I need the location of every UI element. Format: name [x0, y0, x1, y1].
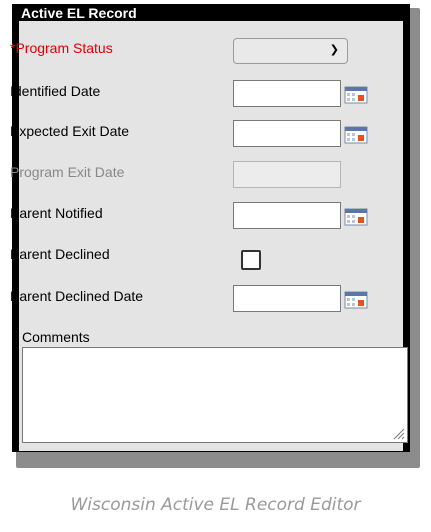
program-status-label: *Program Status: [10, 40, 113, 56]
comments-textarea[interactable]: [22, 347, 408, 443]
panel-title: Active EL Record: [21, 5, 137, 21]
program-status-select[interactable]: ❯: [233, 38, 348, 64]
identified-date-label: Identified Date: [10, 83, 101, 99]
chevron-down-icon: ❯: [329, 43, 339, 56]
parent-declined-date-label: Parent Declined Date: [10, 288, 144, 304]
parent-declined-date-input[interactable]: [233, 285, 341, 312]
calendar-icon[interactable]: [344, 126, 368, 144]
parent-notified-label: Parent Notified: [10, 205, 103, 221]
identified-date-input[interactable]: [233, 80, 341, 107]
calendar-icon[interactable]: [344, 208, 368, 226]
parent-declined-label: Parent Declined: [10, 246, 110, 262]
comments-label: Comments: [22, 329, 90, 345]
expected-exit-date-label: Expected Exit Date: [10, 123, 130, 139]
figure-caption: Wisconsin Active EL Record Editor: [70, 495, 361, 515]
parent-declined-checkbox[interactable]: [241, 250, 261, 270]
calendar-icon[interactable]: [344, 86, 368, 104]
calendar-icon[interactable]: [344, 291, 368, 309]
resize-grip-icon[interactable]: [393, 428, 405, 440]
parent-notified-input[interactable]: [233, 202, 341, 229]
program-exit-date-input: [233, 161, 341, 188]
program-exit-date-label: Program Exit Date: [10, 164, 125, 180]
expected-exit-date-input[interactable]: [233, 120, 341, 147]
